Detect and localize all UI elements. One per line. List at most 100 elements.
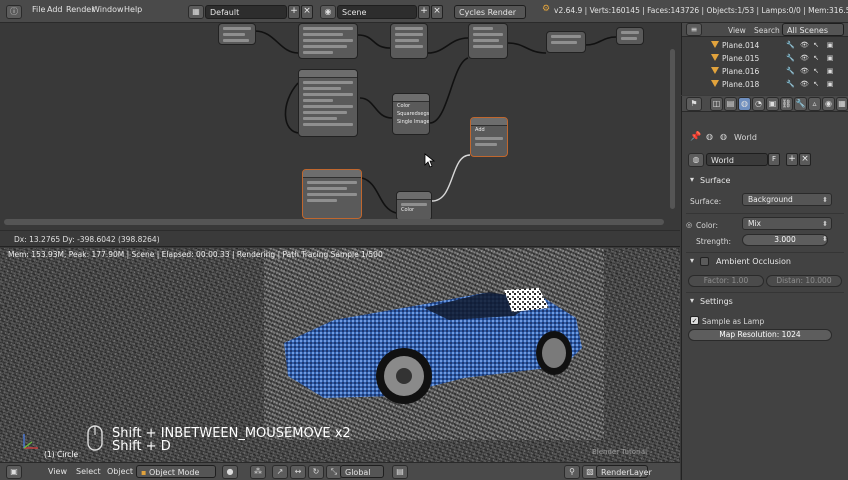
outliner-row[interactable]: Plane.018 🔧 👁 ↖ ▣ [682,78,848,91]
node-mapping[interactable] [390,23,428,59]
translate-icon[interactable]: ↔ [290,465,306,479]
sample-as-lamp-checkbox[interactable]: ✓ [690,316,699,325]
outliner-view-menu[interactable]: View [728,26,746,35]
render-camera-icon[interactable]: ▣ [826,54,834,62]
mode-dropdown[interactable]: ▪ Object Mode [136,465,216,478]
ao-distance-field[interactable]: Distan: 10.000 [766,275,842,287]
3d-viewport[interactable]: Mem: 153.93M, Peak: 177.90M | Scene | El… [0,248,680,462]
node-world-output[interactable] [616,27,644,45]
properties-editor[interactable]: ⚑ ◫ ▤ ◍ ◔ ▣ ⛓ 🔧 ▵ ◉ ▦ 📌 ◍ ◍ World ◍ Worl… [681,96,848,480]
ambient-occlusion-checkbox[interactable]: ✓ [700,257,709,266]
node-gradient[interactable] [298,23,358,59]
menu-add[interactable]: Add [47,5,63,14]
outliner-search-menu[interactable]: Search [754,26,780,35]
world-datablock-icon[interactable]: ◍ [688,153,704,167]
material-tab-icon[interactable]: ◉ [822,97,835,111]
settings-panel-header[interactable]: Settings [686,294,844,309]
pin-icon[interactable]: 📌 [690,132,701,142]
select-arrow-icon[interactable]: ↖ [812,67,820,75]
menu-view[interactable]: View [48,467,67,476]
render-camera-icon[interactable]: ▣ [826,41,834,49]
menu-object[interactable]: Object [107,467,133,476]
node-image-texture[interactable] [298,69,358,137]
menu-select[interactable]: Select [76,467,101,476]
world-tab-icon[interactable]: ◍ [738,97,751,111]
node-light-path[interactable]: Color [396,191,432,221]
info-icon[interactable]: ⓘ [6,5,22,19]
node-editor-hscrollbar[interactable] [4,219,664,225]
socket-dropdown-icon[interactable]: ⬍ [822,235,828,243]
surface-shader-dropdown[interactable]: Background [742,193,832,206]
node-background[interactable] [546,31,586,53]
node-editor[interactable]: Color Squaredsegs Single Image Add Color [0,23,680,230]
data-tab-icon[interactable]: ▵ [808,97,821,111]
pivot-icon[interactable]: ⁂ [250,465,266,479]
delete-scene-button[interactable]: × [431,5,443,19]
shading-icon[interactable]: ● [222,465,238,479]
render-tab-icon[interactable]: ◫ [710,97,723,111]
texture-tab-icon[interactable]: ▦ [836,97,848,111]
visibility-eye-icon[interactable]: 👁 [800,67,809,75]
render-camera-icon[interactable]: ▣ [826,80,834,88]
visibility-eye-icon[interactable]: 👁 [800,41,809,49]
select-arrow-icon[interactable]: ↖ [812,54,820,62]
outliner-editor-icon[interactable]: ≡ [686,23,702,36]
color-input-dropdown[interactable]: Mix [742,217,832,230]
scene-field[interactable]: Scene [337,5,417,19]
node-editor-vscrollbar[interactable] [670,49,675,209]
surface-panel-header[interactable]: Surface [686,173,844,188]
modifiers-tab-icon[interactable]: 🔧 [794,97,807,111]
menu-file[interactable]: File [32,5,45,14]
ambient-occlusion-panel-header[interactable]: Ambient Occlusion [686,254,844,269]
lock-icon[interactable]: ⚲ [564,465,580,479]
layers-icon[interactable]: ▤ [392,465,408,479]
scene-tab-icon[interactable]: ◔ [752,97,765,111]
world-name-field[interactable]: World [706,153,768,166]
constraints-tab-icon[interactable]: ⛓ [780,97,793,111]
unlink-world-button[interactable]: × [799,153,811,166]
add-scene-button[interactable]: + [418,5,430,19]
menu-window[interactable]: Window [92,5,124,14]
manipulator-icon[interactable]: ↗ [272,465,288,479]
node-mix-top[interactable] [468,23,508,59]
node-environment[interactable]: Color Squaredsegs Single Image [392,93,430,135]
delete-layout-button[interactable]: × [301,5,313,19]
node-mix-selected[interactable]: Add [470,117,508,157]
properties-editor-icon[interactable]: ⚑ [686,97,702,111]
screen-layout-icon[interactable]: ▦ [188,5,204,19]
node-text-single-image: Single Image [397,119,430,125]
outliner-item-name: Plane.014 [722,41,760,50]
object-tab-icon[interactable]: ▣ [766,97,779,111]
render-layer-field[interactable]: RenderLayer [596,465,652,478]
select-arrow-icon[interactable]: ↖ [812,80,820,88]
socket-link-icon[interactable]: ◎ [686,221,692,229]
screen-layout-field[interactable]: Default [205,5,287,19]
outliner-scenes-dropdown[interactable]: All Scenes [782,23,844,36]
render-engine-dropdown[interactable]: Cycles Render [454,5,526,19]
divider [686,213,844,214]
menu-help[interactable]: Help [124,5,142,14]
outliner-row[interactable]: Plane.015 🔧 👁 ↖ ▣ [682,52,848,65]
new-world-button[interactable]: + [786,153,798,166]
node-texture-selected[interactable] [302,169,362,219]
renderlayer-tab-icon[interactable]: ▤ [724,97,737,111]
select-arrow-icon[interactable]: ↖ [812,41,820,49]
outliner-row[interactable]: Plane.016 🔧 👁 ↖ ▣ [682,65,848,78]
visibility-eye-icon[interactable]: 👁 [800,80,809,88]
rotate-icon[interactable]: ↻ [308,465,324,479]
scene-icon[interactable]: ◉ [320,5,336,19]
outliner-row[interactable]: Plane.014 🔧 👁 ↖ ▣ [682,39,848,52]
add-layout-button[interactable]: + [288,5,300,19]
fake-user-button[interactable]: F [768,153,780,166]
strength-field[interactable]: 3.000 [742,234,828,246]
render-camera-icon[interactable]: ▣ [826,67,834,75]
world-breadcrumb-icon: ◍ [720,132,727,141]
menu-render[interactable]: Render [66,5,94,14]
ao-factor-field[interactable]: Factor: 1.00 [688,275,764,287]
outliner[interactable]: ≡ View Search All Scenes Plane.014 🔧 👁 ↖… [681,23,848,95]
orientation-dropdown[interactable]: Global [340,465,384,478]
editor-type-icon[interactable]: ▣ [6,465,22,479]
map-resolution-field[interactable]: Map Resolution: 1024 [688,329,832,341]
node-teximage[interactable] [218,23,256,45]
visibility-eye-icon[interactable]: 👁 [800,54,809,62]
